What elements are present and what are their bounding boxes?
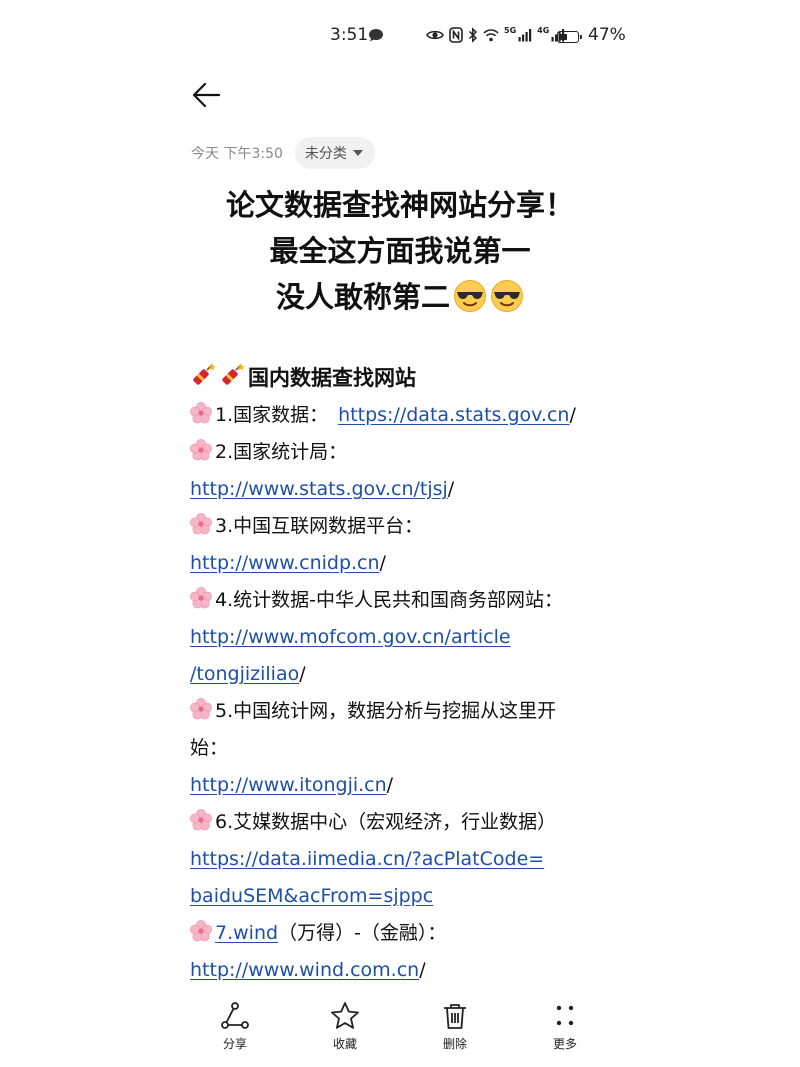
list-item: 1.国家数据： https://data.stats.gov.cn/ (190, 397, 610, 434)
section-heading-row: 国内数据查找网站 (190, 360, 610, 397)
status-icons: 5G 4G (426, 25, 565, 43)
list-item-continuation: http://www.cnidp.cn/ (190, 545, 610, 582)
battery-level (560, 34, 568, 40)
arrow-left-icon (192, 82, 221, 108)
item-text: 4.统计数据-中华人民共和国商务部网站： (215, 589, 563, 611)
network-4g-label: 4G (537, 25, 550, 35)
link[interactable]: http://www.mofcom.gov.cn/article (190, 626, 511, 648)
list-item: 5.中国统计网，数据分析与挖掘从这里开 (190, 693, 610, 730)
item-text: / (386, 774, 394, 796)
list-item-continuation: http://www.mofcom.gov.cn/article (190, 619, 610, 656)
sunglasses-face-icon (491, 280, 523, 312)
cherry-blossom-icon (190, 513, 212, 535)
category-dropdown[interactable]: 未分类 (294, 137, 375, 169)
share-icon (221, 1002, 249, 1029)
title-line: 没人敢称第二 (275, 280, 450, 314)
link[interactable]: 7.wind (215, 922, 278, 944)
item-text: / (447, 478, 455, 500)
note-meta: 今天 下午3:50 未分类 (191, 137, 375, 169)
delete-button[interactable]: 删除 (400, 1000, 510, 1060)
star-icon (331, 1002, 359, 1029)
list-item-continuation: /tongjiziliao/ (190, 656, 610, 693)
cherry-blossom-icon (190, 698, 212, 720)
title-line: 论文数据查找神网站分享！ (225, 188, 574, 222)
list-item-continuation: https://data.iimedia.cn/?acPlatCode= (190, 841, 610, 878)
link[interactable]: https://data.iimedia.cn/?acPlatCode= (190, 848, 544, 870)
item-text: 2.国家统计局： (215, 441, 348, 463)
chat-bubble-icon (369, 29, 383, 42)
link[interactable]: /tongjiziliao (190, 663, 299, 685)
back-button[interactable] (190, 78, 224, 112)
note-body[interactable]: 国内数据查找网站 1.国家数据： https://data.stats.gov.c… (190, 360, 610, 989)
battery-icon (557, 31, 582, 43)
title-line: 最全这方面我说第一 (269, 234, 531, 268)
favorite-button[interactable]: 收藏 (290, 1000, 400, 1060)
cherry-blossom-icon (190, 587, 212, 609)
item-text: / (379, 552, 386, 574)
eye-icon (426, 30, 444, 40)
link[interactable]: http://www.stats.gov.cn/tjsj (190, 478, 448, 500)
list-item: 7.wind（万得）-（金融）： (190, 915, 610, 952)
share-button[interactable]: 分享 (180, 1000, 290, 1060)
more-dots-icon (556, 1005, 574, 1026)
title-line-with-emoji: 没人敢称第二 (180, 274, 620, 320)
item-text: / (569, 404, 576, 426)
favorite-label: 收藏 (332, 1037, 357, 1051)
list-item-continuation: http://www.wind.com.cn/ (190, 952, 610, 989)
item-text: 6.艾媒数据中心（宏观经济，行业数据） (215, 811, 557, 833)
link[interactable]: http://www.wind.com.cn (190, 959, 419, 981)
battery-percentage: 47% (588, 25, 626, 45)
status-time: 3:51 (330, 25, 369, 45)
trash-icon (444, 1004, 466, 1029)
share-label: 分享 (222, 1037, 247, 1051)
category-label: 未分类 (304, 146, 347, 162)
more-label: 更多 (552, 1037, 577, 1051)
cherry-blossom-icon (190, 809, 212, 831)
link[interactable]: https://data.stats.gov.cn (338, 404, 569, 426)
link[interactable]: http://www.cnidp.cn (190, 552, 380, 574)
cherry-blossom-icon (190, 402, 212, 424)
bottom-toolbar: 分享 收藏 删除 更多 (180, 1000, 620, 1060)
item-text: 1.国家数据： (215, 404, 329, 426)
link[interactable]: http://www.itongji.cn (190, 774, 387, 796)
list-item-continuation: http://www.stats.gov.cn/tjsj/ (190, 471, 610, 508)
link[interactable]: baiduSEM&acFrom=sjppc (190, 885, 433, 907)
firecracker-icon (222, 363, 245, 385)
list-item: 4.统计数据-中华人民共和国商务部网站： (190, 582, 610, 619)
list-item-continuation: baiduSEM&acFrom=sjppc (190, 878, 610, 915)
wifi-icon (483, 29, 499, 42)
network-5g-label: 5G (504, 25, 517, 35)
bluetooth-icon (468, 27, 478, 43)
item-text: （万得）-（金融）： (278, 922, 447, 944)
list-item-continuation: http://www.itongji.cn/ (190, 767, 610, 804)
item-text: 始： (190, 737, 229, 759)
list-item: 3.中国互联网数据平台： (190, 508, 610, 545)
item-text: 5.中国统计网，数据分析与挖掘从这里开 (215, 700, 557, 722)
list-item: 6.艾媒数据中心（宏观经济，行业数据） (190, 804, 610, 841)
note-title[interactable]: 论文数据查找神网站分享！ 最全这方面我说第一 没人敢称第二 (180, 182, 620, 320)
nfc-icon (449, 27, 463, 43)
more-button[interactable]: 更多 (510, 1000, 620, 1060)
caret-down-icon (352, 150, 363, 156)
signal-icon (518, 29, 532, 42)
list-item-continuation: 始： (190, 730, 610, 767)
cherry-blossom-icon (190, 920, 212, 942)
status-bar: 3:51 5G 4G 47% (0, 22, 800, 52)
section-heading: 国内数据查找网站 (248, 366, 416, 390)
cherry-blossom-icon (190, 439, 212, 461)
item-text: / (299, 663, 306, 685)
sunglasses-face-icon (454, 280, 486, 312)
list-item: 2.国家统计局： (190, 434, 610, 471)
item-text: 3.中国互联网数据平台： (215, 515, 424, 537)
firecracker-icon (193, 363, 216, 385)
item-text: / (419, 959, 426, 981)
note-date: 今天 下午3:50 (191, 146, 283, 162)
delete-label: 删除 (442, 1037, 467, 1051)
